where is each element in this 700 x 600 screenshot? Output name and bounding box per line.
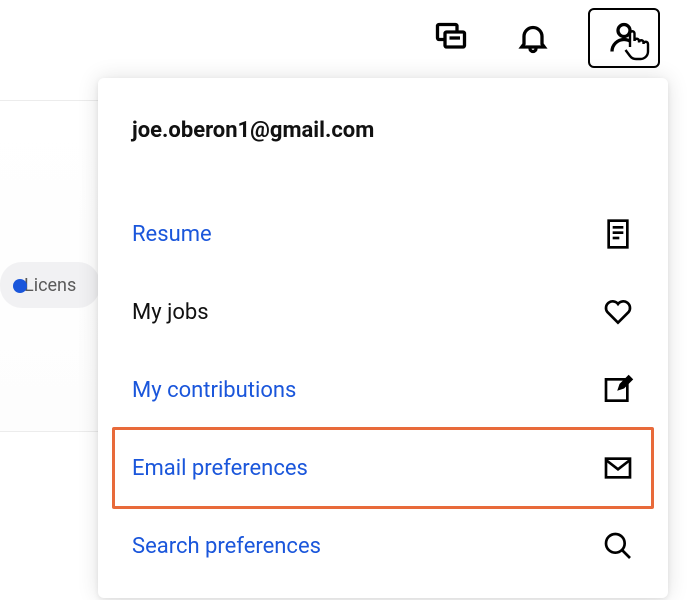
- menu-item-label: My contributions: [132, 378, 296, 403]
- search-icon: [602, 530, 634, 562]
- menu-email-preferences[interactable]: Email preferences: [128, 429, 638, 507]
- top-toolbar: [424, 8, 660, 68]
- menu-resume[interactable]: Resume: [128, 195, 638, 273]
- pointer-cursor-icon: [618, 26, 654, 62]
- background-tab-label: Licens: [24, 275, 76, 296]
- menu-item-label: Email preferences: [132, 456, 308, 481]
- notifications-button[interactable]: [506, 11, 560, 65]
- mail-icon: [602, 452, 634, 484]
- profile-dropdown: joe.oberon1@gmail.com Resume My jobs My …: [98, 78, 668, 598]
- edit-icon: [602, 374, 634, 406]
- messages-icon: [433, 20, 469, 56]
- user-email: joe.oberon1@gmail.com: [128, 118, 638, 151]
- messages-button[interactable]: [424, 11, 478, 65]
- background-tab-indicator: [13, 279, 27, 293]
- heart-icon: [602, 296, 634, 328]
- bell-icon: [515, 20, 551, 56]
- menu-item-label: My jobs: [132, 300, 209, 325]
- profile-menu-button[interactable]: [588, 8, 660, 68]
- menu-search-preferences[interactable]: Search preferences: [128, 507, 638, 585]
- menu-my-contributions[interactable]: My contributions: [128, 351, 638, 429]
- menu-item-label: Search preferences: [132, 534, 321, 559]
- menu-item-label: Resume: [132, 222, 212, 247]
- document-icon: [602, 218, 634, 250]
- profile-menu: Resume My jobs My contributions: [128, 195, 638, 585]
- menu-my-jobs[interactable]: My jobs: [128, 273, 638, 351]
